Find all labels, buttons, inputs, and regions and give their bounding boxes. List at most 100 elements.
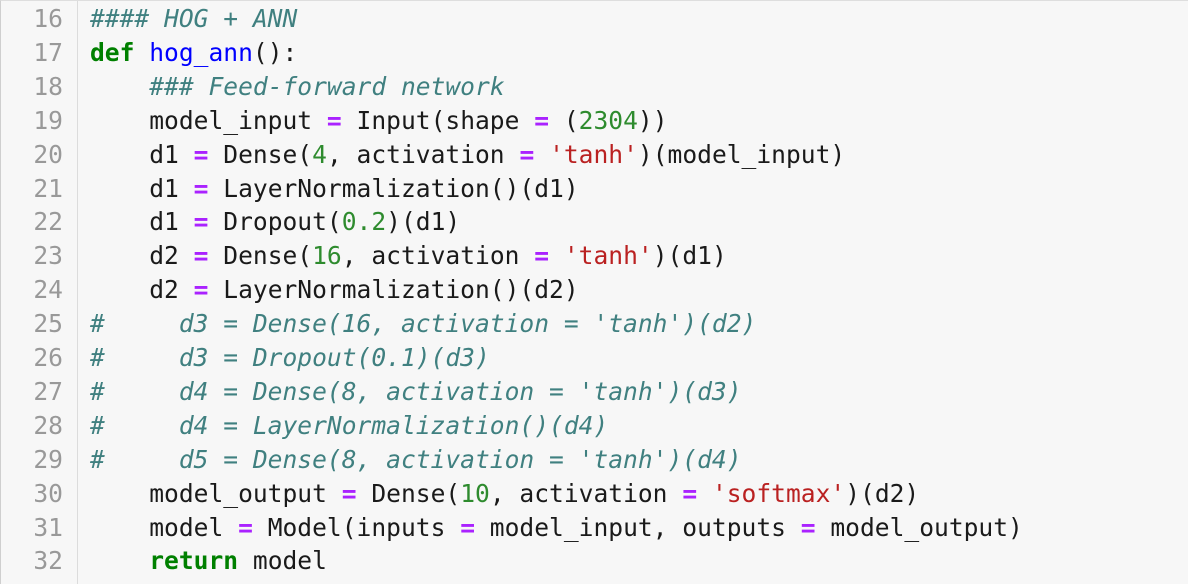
code-token: 16 bbox=[312, 241, 342, 271]
code-token: Dense( bbox=[208, 241, 313, 271]
code-text: ### Feed-forward network bbox=[90, 70, 505, 104]
code-line[interactable]: 22 d1 = Dropout(0.2)(d1) bbox=[1, 205, 1188, 239]
code-token: Model(inputs bbox=[252, 512, 461, 542]
code-editor[interactable]: 16 #### HOG + ANN 17 def hog_ann(): 18 ### F… bbox=[0, 0, 1188, 584]
code-text: #### HOG + ANN bbox=[90, 2, 297, 36]
line-number: 19 bbox=[33, 105, 63, 135]
code-text: return model bbox=[90, 544, 327, 578]
code-token: , activation bbox=[489, 478, 683, 508]
line-number: 28 bbox=[33, 410, 63, 440]
code-token: )(model_input) bbox=[637, 139, 846, 169]
code-line[interactable]: 20 d1 = Dense(4, activation = 'tanh')(mo… bbox=[1, 138, 1188, 172]
code-token: = bbox=[238, 512, 253, 542]
code-token: d1 bbox=[90, 207, 194, 237]
code-line[interactable]: 19 model_input = Input(shape = (2304)) bbox=[1, 104, 1188, 138]
line-number: 21 bbox=[33, 173, 63, 203]
code-line[interactable]: 18 ### Feed-forward network bbox=[1, 70, 1188, 104]
code-token: model_output bbox=[90, 478, 342, 508]
code-token: = bbox=[341, 478, 357, 508]
line-number: 32 bbox=[33, 546, 63, 576]
code-token: )(d1) bbox=[386, 207, 461, 237]
code-token: 0.2 bbox=[341, 207, 387, 237]
code-token: d1 bbox=[90, 139, 194, 169]
code-token: 'tanh' bbox=[549, 139, 638, 169]
code-token: model_output) bbox=[815, 512, 1023, 542]
code-text: def hog_ann(): bbox=[90, 36, 297, 70]
code-line[interactable]: 31 model = Model(inputs = model_input, o… bbox=[1, 511, 1188, 545]
line-number: 31 bbox=[33, 512, 63, 542]
code-token: = bbox=[193, 275, 209, 305]
code-token: = bbox=[193, 139, 209, 169]
code-text: d2 = Dense(16, activation = 'tanh')(d1) bbox=[90, 239, 727, 273]
code-token: #### HOG + ANN bbox=[90, 4, 298, 33]
code-line[interactable]: 32 return model bbox=[1, 544, 1188, 578]
code-token: # d3 = Dropout(0.1)(d3) bbox=[90, 343, 490, 372]
code-token: model_input, outputs bbox=[475, 512, 801, 542]
code-line[interactable]: 16 #### HOG + ANN bbox=[1, 2, 1188, 36]
code-token: , activation bbox=[326, 139, 520, 169]
code-line[interactable]: 17 def hog_ann(): bbox=[1, 36, 1188, 70]
code-line[interactable]: 29 # d5 = Dense(8, activation = 'tanh')(d… bbox=[1, 443, 1188, 477]
code-token: = bbox=[682, 478, 698, 508]
code-token: def bbox=[90, 37, 135, 67]
code-line[interactable]: 27 # d4 = Dense(8, activation = 'tanh')(d… bbox=[1, 375, 1188, 409]
code-token: model bbox=[90, 512, 239, 542]
code-token: = bbox=[519, 139, 535, 169]
code-text: # d4 = Dense(8, activation = 'tanh')(d3) bbox=[90, 375, 742, 409]
code-token: Input(shape bbox=[341, 105, 535, 135]
code-token: Dense( bbox=[208, 139, 313, 169]
code-token: (): bbox=[252, 37, 298, 67]
code-line[interactable]: 23 d2 = Dense(16, activation = 'tanh')(d… bbox=[1, 239, 1188, 273]
code-token: = bbox=[460, 512, 475, 542]
code-token: ### Feed-forward network bbox=[149, 71, 505, 101]
line-number: 23 bbox=[33, 241, 63, 271]
code-token: d2 bbox=[90, 241, 194, 271]
code-line[interactable]: 28 # d4 = LayerNormalization()(d4) bbox=[1, 409, 1188, 443]
code-token: = bbox=[534, 241, 550, 271]
code-line[interactable]: 26 # d3 = Dropout(0.1)(d3) bbox=[1, 341, 1188, 375]
line-number: 16 bbox=[33, 4, 63, 33]
code-text: d1 = LayerNormalization()(d1) bbox=[90, 172, 579, 206]
code-line[interactable]: 24 d2 = LayerNormalization()(d2) bbox=[1, 273, 1188, 307]
code-token: # d4 = LayerNormalization()(d4) bbox=[90, 410, 609, 440]
code-token: # d4 = Dense(8, activation = 'tanh')(d3) bbox=[90, 376, 742, 406]
code-line[interactable]: 21 d1 = LayerNormalization()(d1) bbox=[1, 172, 1188, 206]
code-text: # d3 = Dense(16, activation = 'tanh')(d2… bbox=[90, 307, 756, 341]
line-number: 25 bbox=[33, 309, 63, 339]
line-number: 30 bbox=[33, 478, 63, 508]
code-token: = bbox=[800, 512, 816, 542]
code-token: # d5 = Dense(8, activation = 'tanh')(d4) bbox=[90, 444, 742, 474]
code-text: model_input = Input(shape = (2304)) bbox=[90, 104, 667, 138]
code-text: model_output = Dense(10, activation = 's… bbox=[90, 477, 919, 511]
code-token: hog_ann bbox=[149, 37, 253, 67]
code-token: 'softmax' bbox=[711, 478, 846, 508]
code-token: d1 bbox=[90, 173, 194, 203]
code-token: = bbox=[193, 241, 209, 271]
code-text: d1 = Dropout(0.2)(d1) bbox=[90, 205, 460, 239]
line-number: 27 bbox=[33, 376, 63, 406]
line-number: 26 bbox=[33, 343, 63, 372]
code-text: # d4 = LayerNormalization()(d4) bbox=[90, 409, 608, 443]
code-token: )(d2) bbox=[845, 478, 920, 508]
code-token: model_input bbox=[90, 105, 327, 135]
code-token: Dense( bbox=[356, 478, 461, 508]
line-number: 22 bbox=[33, 207, 63, 237]
code-text: # d5 = Dense(8, activation = 'tanh')(d4) bbox=[90, 443, 742, 477]
code-text: model = Model(inputs = model_input, outp… bbox=[90, 511, 1023, 545]
code-token: , activation bbox=[341, 241, 535, 271]
code-text: d1 = Dense(4, activation = 'tanh')(model… bbox=[90, 138, 845, 172]
code-line[interactable]: 30 model_output = Dense(10, activation =… bbox=[1, 477, 1188, 511]
code-token: = bbox=[534, 105, 550, 135]
code-token: LayerNormalization()(d2) bbox=[208, 275, 579, 305]
code-token: model bbox=[238, 546, 327, 576]
code-token: LayerNormalization()(d1) bbox=[208, 173, 579, 203]
code-token: d2 bbox=[90, 275, 194, 305]
code-line[interactable]: 25 # d3 = Dense(16, activation = 'tanh')(… bbox=[1, 307, 1188, 341]
code-token: = bbox=[193, 207, 209, 237]
line-number: 17 bbox=[33, 37, 63, 67]
